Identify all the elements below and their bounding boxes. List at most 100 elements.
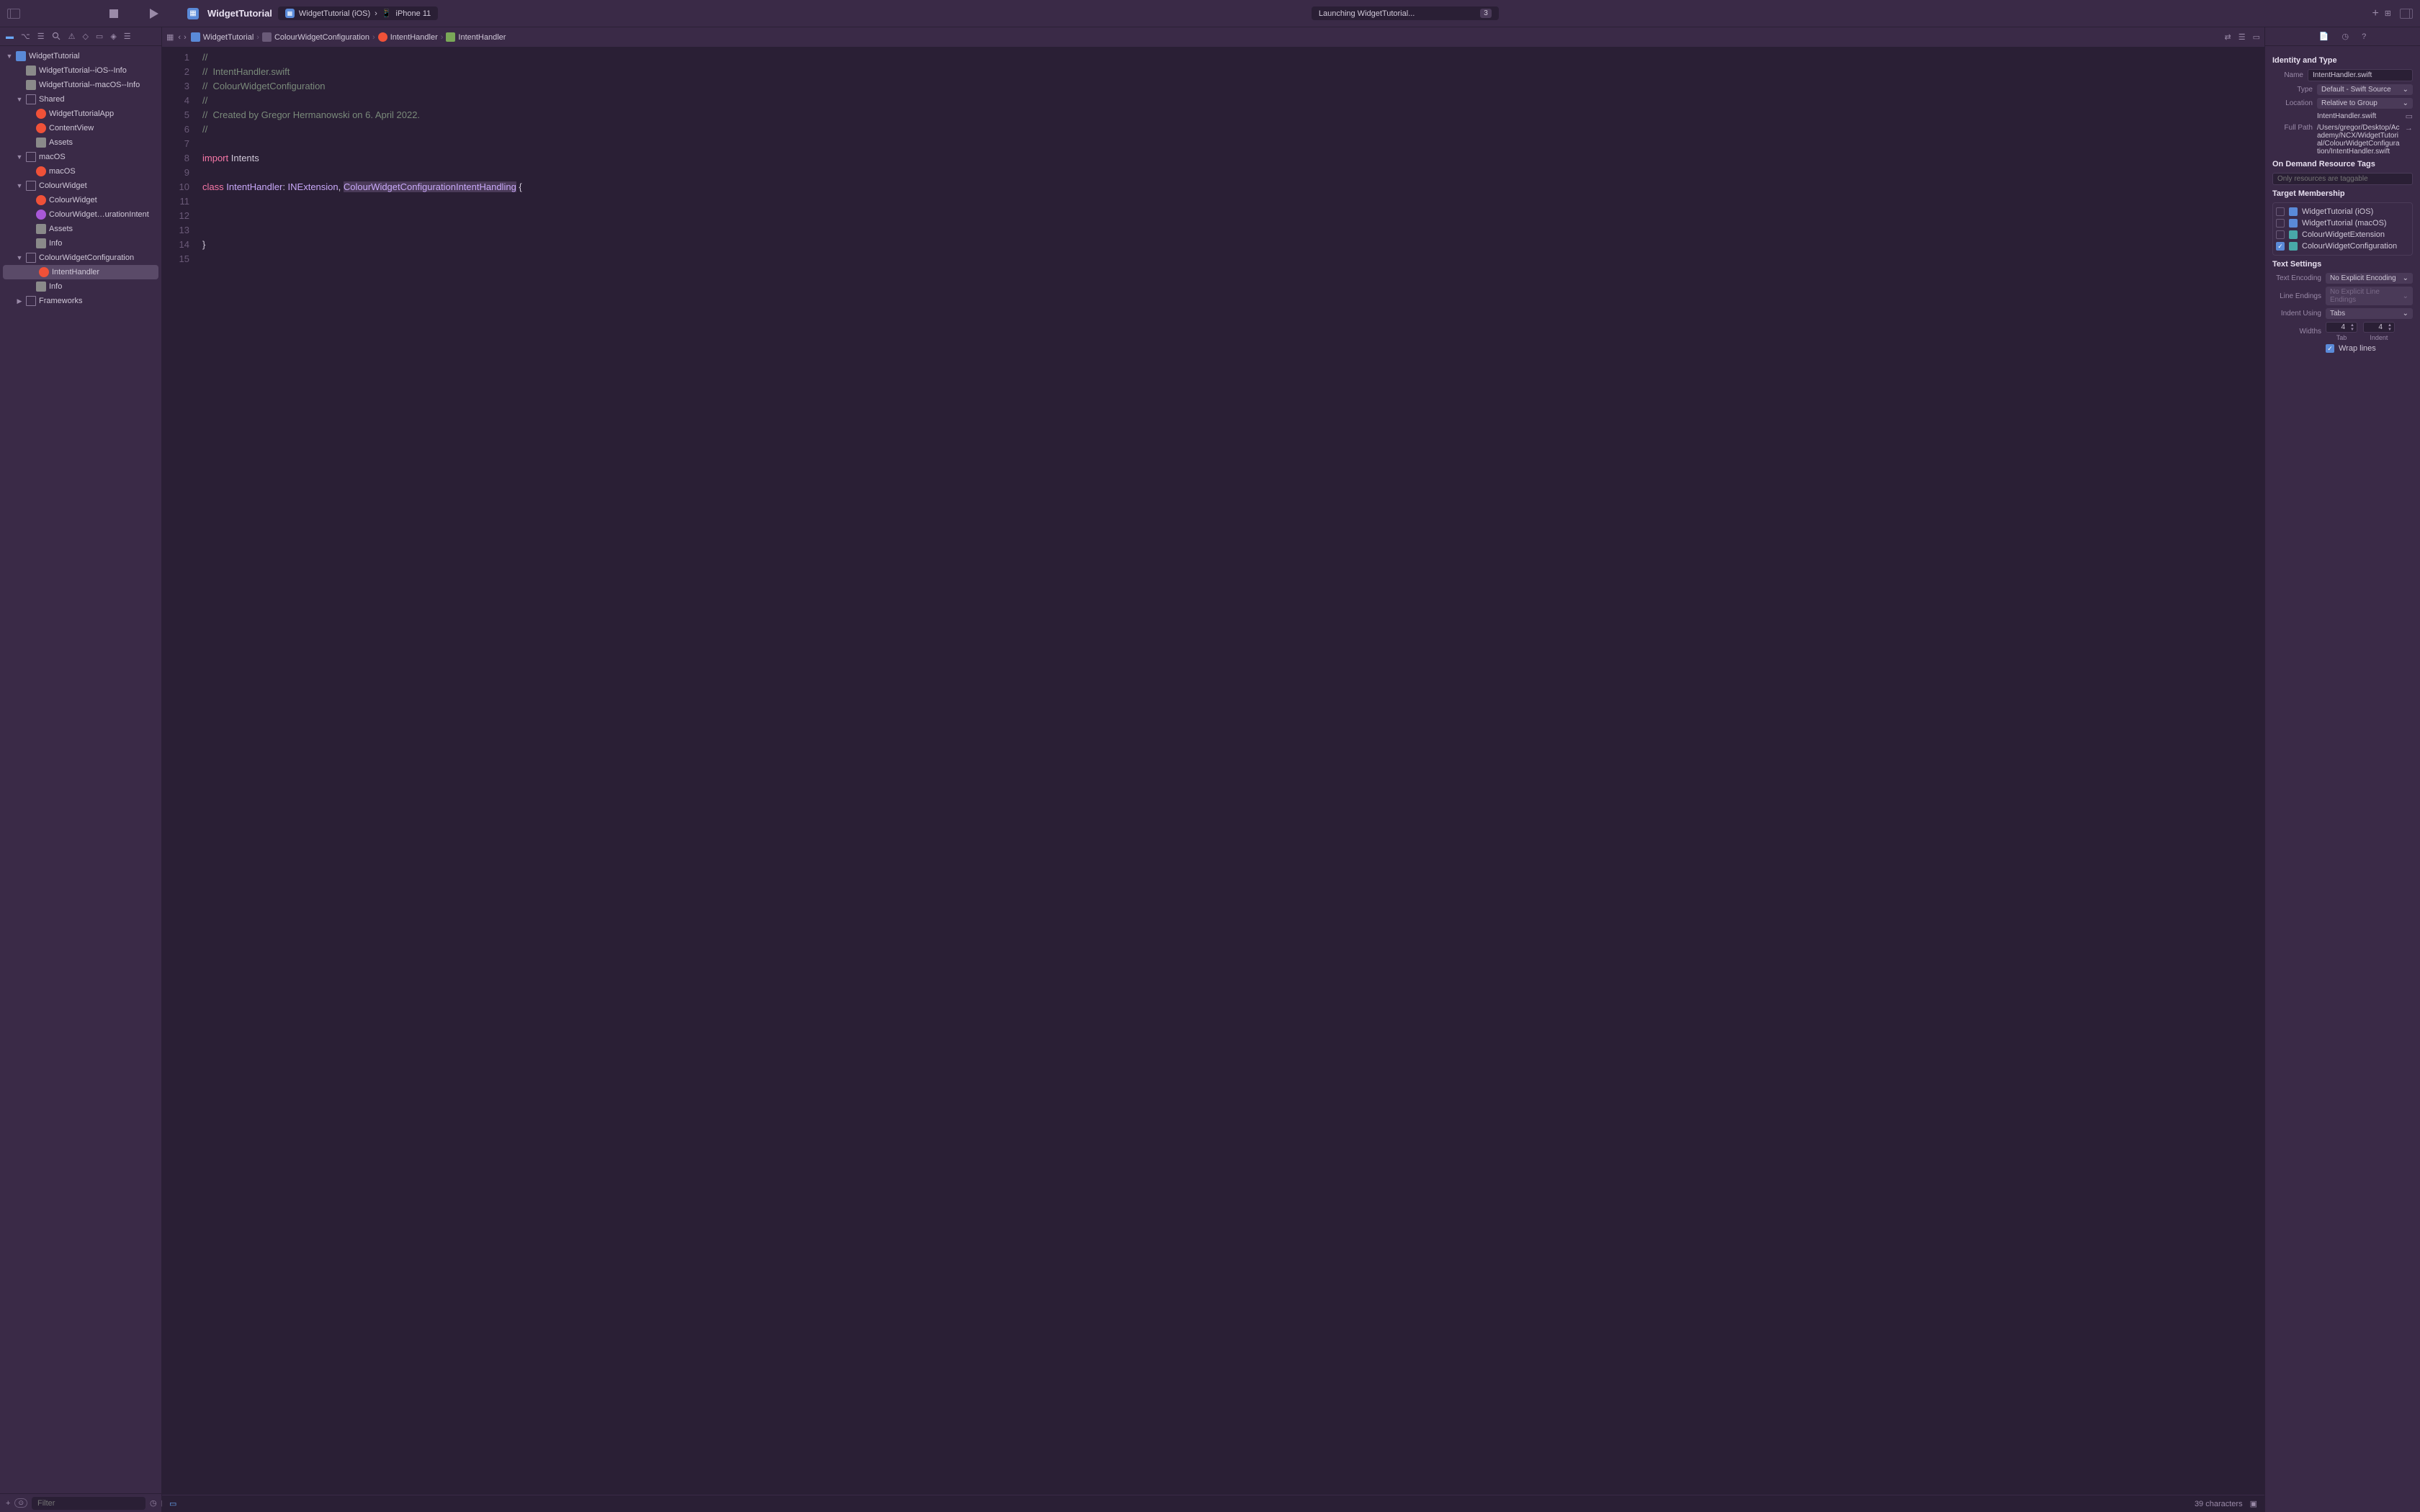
- target-row[interactable]: ✓ColourWidgetConfiguration: [2276, 240, 2409, 252]
- filter-scope-button[interactable]: ⊙: [14, 1498, 27, 1508]
- toggle-navigator-button[interactable]: [7, 9, 20, 19]
- code-editor[interactable]: 123456789101112131415 //// IntentHandler…: [162, 48, 2264, 1512]
- toggle-inspector-button[interactable]: [2400, 9, 2413, 19]
- report-navigator-tab[interactable]: ☰: [124, 32, 131, 41]
- related-items-button[interactable]: ▦: [166, 32, 174, 42]
- breadcrumb-item[interactable]: IntentHandler: [458, 33, 506, 42]
- target-checkbox[interactable]: ✓: [2276, 242, 2285, 251]
- toggle-debug-area-button[interactable]: ▣: [2250, 1499, 2257, 1508]
- disclosure-icon[interactable]: ▼: [16, 182, 23, 189]
- code-line[interactable]: [202, 137, 2264, 151]
- code-line[interactable]: [202, 166, 2264, 180]
- breakpoint-navigator-tab[interactable]: ◈: [110, 32, 116, 41]
- test-navigator-tab[interactable]: ◇: [82, 32, 88, 41]
- issue-badge[interactable]: 3: [1480, 9, 1492, 18]
- code-line[interactable]: // ColourWidgetConfiguration: [202, 79, 2264, 94]
- disclosure-icon[interactable]: ▼: [16, 96, 23, 103]
- tree-row[interactable]: Assets: [0, 135, 161, 150]
- add-button[interactable]: +: [2372, 7, 2378, 20]
- code-line[interactable]: [202, 194, 2264, 209]
- debug-navigator-tab[interactable]: ▭: [96, 32, 103, 41]
- code-line[interactable]: [202, 252, 2264, 266]
- stop-button[interactable]: [109, 9, 118, 18]
- breadcrumb-item[interactable]: ColourWidgetConfiguration: [274, 33, 369, 42]
- symbol-navigator-tab[interactable]: ☰: [37, 32, 45, 41]
- code-line[interactable]: // Created by Gregor Hermanowski on 6. A…: [202, 108, 2264, 122]
- tree-row[interactable]: ▶Frameworks: [0, 294, 161, 308]
- disclosure-icon[interactable]: ▼: [6, 53, 13, 60]
- indent-width-stepper[interactable]: ▲▼: [2363, 322, 2395, 333]
- tree-row[interactable]: Info: [0, 236, 161, 251]
- filter-input[interactable]: [32, 1497, 145, 1510]
- target-checkbox[interactable]: [2276, 207, 2285, 216]
- folder-picker-button[interactable]: ▭: [2406, 112, 2413, 121]
- library-button[interactable]: ⊞: [2385, 9, 2391, 18]
- type-select[interactable]: Default - Swift Source ⌄: [2317, 84, 2413, 95]
- help-inspector-tab[interactable]: ?: [2362, 32, 2366, 41]
- stepper-down-icon[interactable]: ▼: [2385, 328, 2394, 332]
- reveal-finder-button[interactable]: →: [2405, 124, 2413, 132]
- code-line[interactable]: }: [202, 238, 2264, 252]
- wrap-lines-checkbox[interactable]: ✓: [2326, 344, 2334, 353]
- stepper-down-icon[interactable]: ▼: [2348, 328, 2357, 332]
- editor-options-button[interactable]: ⇄: [2225, 32, 2231, 42]
- project-tree[interactable]: ▼WidgetTutorialWidgetTutorial--iOS--Info…: [0, 46, 161, 1493]
- target-checkbox[interactable]: [2276, 219, 2285, 228]
- target-checkbox[interactable]: [2276, 230, 2285, 239]
- target-row[interactable]: WidgetTutorial (iOS): [2276, 206, 2409, 217]
- adjust-editor-button[interactable]: ☰: [2238, 32, 2246, 42]
- tree-row[interactable]: ▼WidgetTutorial: [0, 49, 161, 63]
- tree-row[interactable]: ▼Shared: [0, 92, 161, 107]
- breadcrumb[interactable]: WidgetTutorial›ColourWidgetConfiguration…: [191, 32, 506, 42]
- indent-select[interactable]: Tabs ⌄: [2326, 308, 2413, 319]
- source-control-tab[interactable]: ⌥: [21, 32, 30, 41]
- debug-bar-button[interactable]: ▭: [169, 1499, 176, 1508]
- tree-row[interactable]: ContentView: [0, 121, 161, 135]
- tree-row[interactable]: WidgetTutorial--macOS--Info: [0, 78, 161, 92]
- code-line[interactable]: class IntentHandler: INExtension, Colour…: [202, 180, 2264, 194]
- tree-row[interactable]: WidgetTutorial--iOS--Info: [0, 63, 161, 78]
- disclosure-icon[interactable]: ▶: [16, 297, 23, 305]
- nav-back-button[interactable]: ‹: [178, 33, 181, 42]
- tab-width-stepper[interactable]: ▲▼: [2326, 322, 2357, 333]
- code-line[interactable]: //: [202, 94, 2264, 108]
- code-line[interactable]: //: [202, 122, 2264, 137]
- code-line[interactable]: //: [202, 50, 2264, 65]
- history-inspector-tab[interactable]: ◷: [2341, 32, 2349, 41]
- tree-row[interactable]: Assets: [0, 222, 161, 236]
- activity-status[interactable]: Launching WidgetTutorial... 3: [1312, 6, 1499, 20]
- encoding-select[interactable]: No Explicit Encoding ⌄: [2326, 273, 2413, 284]
- code-content[interactable]: //// IntentHandler.swift// ColourWidgetC…: [197, 48, 2264, 1495]
- tree-row[interactable]: ColourWidget…urationIntent: [0, 207, 161, 222]
- tree-row[interactable]: Info: [0, 279, 161, 294]
- add-file-button[interactable]: +: [6, 1499, 10, 1508]
- tree-row[interactable]: WidgetTutorialApp: [0, 107, 161, 121]
- issue-navigator-tab[interactable]: ⚠: [68, 32, 76, 41]
- tree-row[interactable]: ColourWidget: [0, 193, 161, 207]
- tree-row[interactable]: ▼ColourWidget: [0, 179, 161, 193]
- tree-row[interactable]: IntentHandler: [3, 265, 158, 279]
- find-navigator-tab[interactable]: [52, 32, 61, 41]
- location-select[interactable]: Relative to Group ⌄: [2317, 98, 2413, 109]
- nav-forward-button[interactable]: ›: [184, 33, 187, 42]
- code-line[interactable]: // IntentHandler.swift: [202, 65, 2264, 79]
- breadcrumb-item[interactable]: WidgetTutorial: [203, 33, 254, 42]
- project-navigator-tab[interactable]: ▬: [6, 32, 14, 41]
- disclosure-icon[interactable]: ▼: [16, 254, 23, 261]
- target-row[interactable]: WidgetTutorial (macOS): [2276, 217, 2409, 229]
- name-field[interactable]: [2308, 69, 2413, 81]
- breadcrumb-item[interactable]: IntentHandler: [390, 33, 438, 42]
- tree-row[interactable]: ▼macOS: [0, 150, 161, 164]
- lineend-select[interactable]: No Explicit Line Endings ⌄: [2326, 287, 2413, 305]
- indent-width-input[interactable]: [2364, 323, 2385, 332]
- recent-filter-button[interactable]: ◷: [150, 1498, 157, 1508]
- code-line[interactable]: [202, 223, 2264, 238]
- code-line[interactable]: import Intents: [202, 151, 2264, 166]
- run-button[interactable]: [150, 9, 158, 19]
- code-line[interactable]: [202, 209, 2264, 223]
- tab-width-input[interactable]: [2326, 323, 2348, 332]
- target-row[interactable]: ColourWidgetExtension: [2276, 229, 2409, 240]
- tree-row[interactable]: macOS: [0, 164, 161, 179]
- tree-row[interactable]: ▼ColourWidgetConfiguration: [0, 251, 161, 265]
- add-editor-button[interactable]: ▭: [2253, 32, 2260, 42]
